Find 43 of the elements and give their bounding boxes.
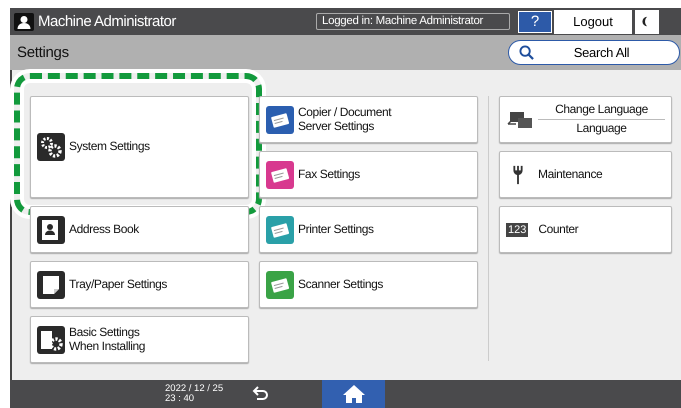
- home-button[interactable]: [322, 380, 385, 408]
- tile-sublabel: Language: [575, 122, 628, 136]
- tile-label: Printer Settings: [298, 222, 374, 236]
- tile-label: Copier / Document Server Settings: [298, 106, 392, 134]
- settings-tile[interactable]: Tray/Paper Settings: [30, 261, 249, 308]
- date-text: 2022 / 12 / 25: [165, 384, 224, 394]
- search-icon: [519, 45, 534, 60]
- settings-tile[interactable]: Copier / Document Server Settings: [259, 96, 478, 143]
- home-icon: [342, 384, 366, 404]
- tile-label: Scanner Settings: [298, 278, 383, 292]
- paper-icon: [37, 270, 65, 298]
- settings-tile[interactable]: 123 Counter: [499, 206, 672, 253]
- back-arrow-icon: [251, 385, 271, 401]
- page-title: Settings: [17, 44, 69, 61]
- tile-label: Change Language: [554, 103, 649, 117]
- search-button[interactable]: Search All: [508, 40, 680, 65]
- gears-icon: [37, 133, 65, 161]
- logout-button[interactable]: Logout: [554, 10, 632, 34]
- user-name: Machine Administrator: [38, 13, 176, 30]
- settings-tile[interactable]: Maintenance: [499, 151, 672, 198]
- user-icon: [14, 12, 34, 30]
- settings-tile[interactable]: Fax Settings: [259, 151, 478, 198]
- tile-label: Basic Settings When Installing: [69, 326, 146, 354]
- settings-tile[interactable]: Scanner Settings: [259, 261, 478, 308]
- address-book-icon: [37, 216, 65, 244]
- help-button[interactable]: ?: [518, 10, 552, 32]
- settings-tile[interactable]: Basic Settings When Installing: [30, 316, 249, 363]
- settings-tile[interactable]: Printer Settings: [259, 206, 478, 253]
- settings-tile[interactable]: System Settings: [30, 96, 249, 198]
- tile-label: Fax Settings: [298, 168, 360, 182]
- moon-icon: [640, 15, 648, 28]
- device-gear-icon: [37, 326, 65, 354]
- settings-tile[interactable]: Change Language Language: [499, 96, 672, 143]
- tile-label: Counter: [538, 222, 578, 236]
- tile-label: Maintenance: [538, 168, 602, 182]
- settings-tile[interactable]: Address Book: [30, 206, 249, 253]
- tile-label: Tray/Paper Settings: [69, 278, 168, 292]
- night-mode-button[interactable]: [635, 10, 659, 34]
- login-status-field[interactable]: Logged in: Machine Administrator: [316, 13, 510, 30]
- tile-label: System Settings: [69, 140, 150, 154]
- tile-label: Address Book: [69, 222, 139, 236]
- time-text: 23 : 40: [165, 394, 196, 404]
- counter-icon: 123: [506, 222, 528, 236]
